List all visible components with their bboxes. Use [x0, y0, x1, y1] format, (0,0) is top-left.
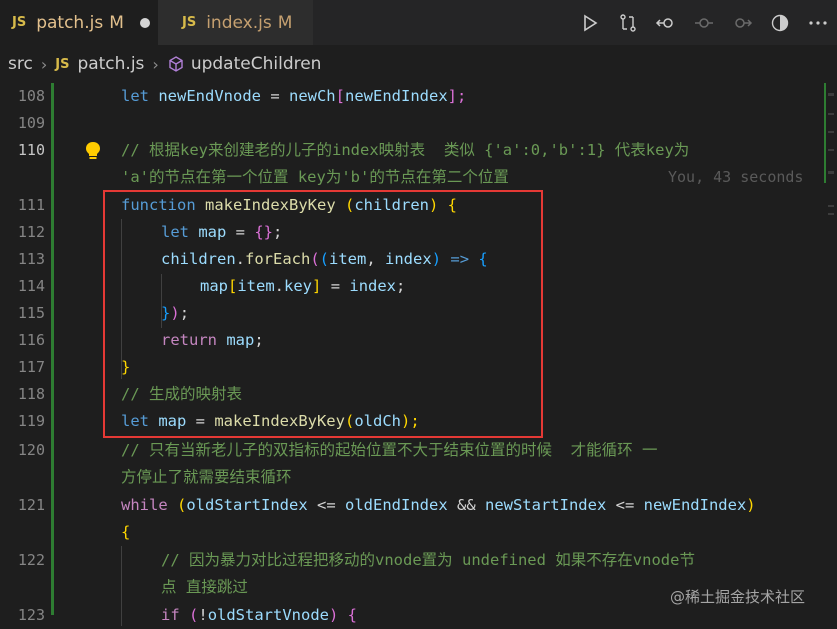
tab-label: patch.js — [36, 12, 104, 33]
breadcrumb: src › JS patch.js › updateChildren — [0, 45, 837, 83]
run-icon[interactable] — [571, 0, 609, 45]
js-file-icon: JS — [55, 56, 70, 72]
line-code: 'a'的节点在第一个位置 key为'b'的节点在第二个位置 — [121, 168, 509, 186]
git-blame-annotation: You, 43 seconds — [668, 168, 804, 186]
js-file-icon: JS — [12, 15, 27, 30]
line-code: while (oldStartIndex <= oldEndIndex && n… — [121, 496, 756, 514]
line-number: 112 — [17, 223, 45, 241]
line-number: 111 — [17, 196, 45, 214]
breadcrumb-file[interactable]: JS patch.js — [55, 54, 144, 74]
go-forward-dot-icon[interactable] — [685, 0, 723, 45]
line-code: // 根据key来创建老的儿子的index映射表 类似 {'a':0,'b':1… — [121, 141, 690, 159]
line-number: 115 — [17, 304, 45, 322]
line-number: 119 — [17, 412, 45, 430]
line-code: // 只有当新老儿子的双指标的起始位置不大于结束位置的时候 才能循环 一 — [121, 441, 658, 459]
code-line-wrap: 'a'的节点在第一个位置 key为'b'的节点在第二个位置 You, 43 se… — [0, 164, 837, 191]
code-line: 122 // 因为暴力对比过程把移动的vnode置为 undefined 如果不… — [0, 547, 837, 574]
code-line: 120 // 只有当新老儿子的双指标的起始位置不大于结束位置的时候 才能循环 一 — [0, 437, 837, 464]
line-code: { — [121, 523, 131, 541]
modified-indicator: M — [277, 12, 293, 33]
modified-indicator: M — [109, 12, 124, 33]
line-number: 120 — [17, 441, 45, 459]
tab-label: index.js — [206, 12, 272, 33]
line-number: 113 — [17, 250, 45, 268]
code-editor[interactable]: 108 let newEndVnode = newCh[newEndIndex]… — [0, 83, 837, 626]
line-code: let newEndVnode = newCh[newEndIndex]; — [121, 87, 467, 105]
method-cube-icon — [169, 56, 183, 72]
code-line: 121 while (oldStartIndex <= oldEndIndex … — [0, 492, 837, 519]
tab-patch-js[interactable]: JS patch.js M — [0, 0, 158, 45]
line-number: 116 — [17, 331, 45, 349]
line-number: 108 — [17, 87, 45, 105]
overview-ruler[interactable] — [822, 83, 836, 223]
toggle-icon[interactable] — [761, 0, 799, 45]
line-code: if (!oldStartVnode) { — [161, 606, 358, 624]
breadcrumb-file-label: patch.js — [77, 54, 145, 74]
line-code: 方停止了就需要结束循环 — [121, 468, 292, 486]
chevron-right-icon: › — [40, 54, 48, 74]
line-code: // 因为暴力对比过程把移动的vnode置为 undefined 如果不存在vn… — [161, 551, 695, 569]
lightbulb-icon[interactable] — [84, 141, 102, 161]
line-code: 点 直接跳过 — [161, 578, 248, 596]
go-back-icon[interactable] — [647, 0, 685, 45]
line-number: 110 — [17, 141, 45, 159]
go-forward-icon[interactable] — [723, 0, 761, 45]
line-number: 109 — [17, 114, 45, 132]
line-number: 121 — [17, 496, 45, 514]
code-line-wrap: 方停止了就需要结束循环 — [0, 464, 837, 491]
breadcrumb-symbol[interactable]: updateChildren — [167, 54, 322, 74]
chevron-right-icon: › — [152, 54, 159, 74]
compare-changes-icon[interactable] — [609, 0, 647, 45]
code-line-wrap: { — [0, 519, 837, 546]
highlight-box — [103, 190, 543, 438]
breadcrumb-symbol-label: updateChildren — [190, 54, 322, 74]
line-number: 118 — [17, 385, 45, 403]
unsaved-dot-icon[interactable] — [139, 17, 150, 28]
more-icon[interactable] — [799, 0, 837, 45]
js-file-icon: JS — [182, 15, 197, 30]
tab-bar: JS patch.js M JS index.js M — [0, 0, 837, 45]
code-line-current: 110 // 根据key来创建老的儿子的index映射表 类似 {'a':0,'… — [0, 137, 837, 164]
line-number: 114 — [17, 277, 45, 295]
line-number: 117 — [17, 358, 45, 376]
line-number: 123 — [17, 606, 45, 624]
watermark: @稀土掘金技术社区 — [670, 588, 806, 606]
line-number: 122 — [17, 551, 45, 569]
editor-actions — [571, 0, 837, 45]
tab-index-js[interactable]: JS index.js M — [158, 0, 313, 45]
code-line: 109 — [0, 110, 837, 137]
code-line: 108 let newEndVnode = newCh[newEndIndex]… — [0, 83, 837, 110]
breadcrumb-folder[interactable]: src — [8, 54, 33, 74]
